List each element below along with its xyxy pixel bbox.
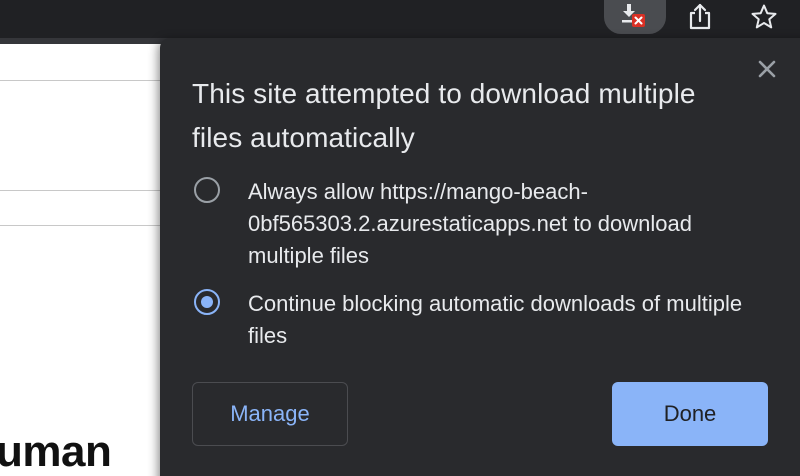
downloads-button[interactable] (604, 0, 666, 34)
share-icon (689, 3, 711, 30)
star-icon (751, 4, 777, 29)
download-blocked-icon (622, 4, 645, 27)
radio-always-allow[interactable] (194, 177, 220, 203)
bookmark-star-button[interactable] (740, 0, 788, 34)
option-label: Always allow https://mango-beach-0bf5653… (248, 179, 692, 268)
page-heading: uman (0, 427, 112, 476)
done-button[interactable]: Done (612, 382, 768, 446)
share-button[interactable] (676, 0, 724, 34)
close-icon (758, 60, 776, 78)
manage-button[interactable]: Manage (192, 382, 348, 446)
radio-continue-blocking[interactable] (194, 289, 220, 315)
dialog-title: This site attempted to download multiple… (192, 78, 696, 153)
option-label: Continue blocking automatic downloads of… (248, 291, 743, 348)
multiple-downloads-dialog: This site attempted to download multiple… (160, 38, 800, 476)
close-button[interactable] (752, 54, 782, 84)
